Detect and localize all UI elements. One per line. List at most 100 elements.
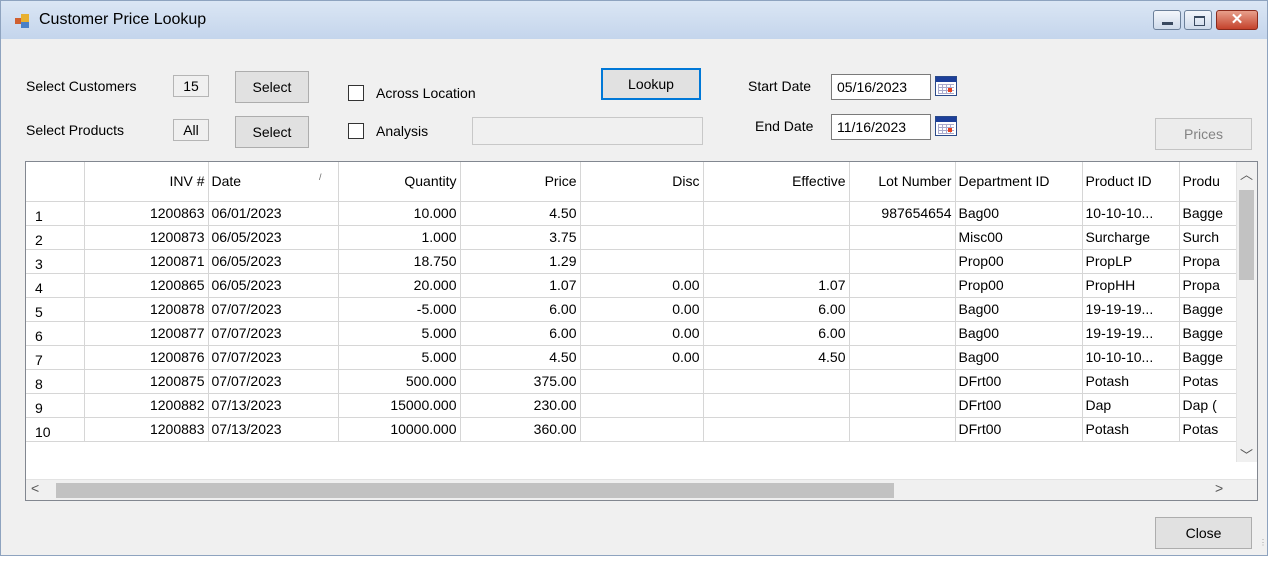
scroll-left-icon[interactable]: < (31, 480, 39, 496)
quantity-cell[interactable]: 5.000 (338, 345, 461, 370)
row-number[interactable]: 9 (26, 393, 85, 418)
disc-cell[interactable] (580, 249, 704, 274)
date-cell[interactable]: 06/05/2023 (208, 273, 339, 298)
department-id-cell[interactable]: Bag00 (955, 201, 1083, 226)
column-header-price[interactable]: Price (460, 162, 581, 202)
date-cell[interactable]: 07/13/2023 (208, 393, 339, 418)
department-id-cell[interactable]: Prop00 (955, 273, 1083, 298)
close-window-button[interactable]: ✕ (1216, 10, 1258, 30)
product-id-cell[interactable]: Surcharge (1082, 225, 1180, 250)
column-header-product-id[interactable]: Product ID (1082, 162, 1180, 202)
product-id-cell[interactable]: 10-10-10... (1082, 345, 1180, 370)
date-cell[interactable]: 07/07/2023 (208, 369, 339, 394)
product-id-cell[interactable]: PropLP (1082, 249, 1180, 274)
product-description-cell[interactable]: Bagge (1179, 201, 1240, 226)
inv-cell[interactable]: 1200883 (84, 417, 209, 442)
inv-cell[interactable]: 1200875 (84, 369, 209, 394)
inv-cell[interactable]: 1200873 (84, 225, 209, 250)
inv-cell[interactable]: 1200878 (84, 297, 209, 322)
department-id-cell[interactable]: Bag00 (955, 345, 1083, 370)
column-header-effective[interactable]: Effective (703, 162, 850, 202)
table-row[interactable]: 5 1200878 07/07/2023 -5.000 6.00 0.00 6.00 Bag0… (26, 297, 1240, 322)
date-cell[interactable]: 06/05/2023 (208, 249, 339, 274)
row-number[interactable]: 2 (26, 225, 85, 250)
effective-cell[interactable] (703, 225, 850, 250)
scroll-down-icon[interactable]: ﹀ (1240, 445, 1253, 464)
table-row[interactable]: 1 1200863 06/01/2023 10.000 4.50 987654654 Bag… (26, 201, 1240, 226)
price-cell[interactable]: 6.00 (460, 321, 581, 346)
price-cell[interactable]: 4.50 (460, 345, 581, 370)
product-id-cell[interactable]: 10-10-10... (1082, 201, 1180, 226)
department-id-cell[interactable]: DFrt00 (955, 393, 1083, 418)
row-number[interactable]: 4 (26, 273, 85, 298)
row-number[interactable]: 8 (26, 369, 85, 394)
row-number[interactable]: 3 (26, 249, 85, 274)
row-number[interactable]: 6 (26, 321, 85, 346)
date-cell[interactable]: 06/01/2023 (208, 201, 339, 226)
effective-cell[interactable] (703, 249, 850, 274)
disc-cell[interactable]: 0.00 (580, 321, 704, 346)
lot-number-cell[interactable] (849, 321, 956, 346)
disc-cell[interactable] (580, 393, 704, 418)
table-row[interactable]: 4 1200865 06/05/2023 20.000 1.07 0.00 1.07 Prop… (26, 273, 1240, 298)
table-row[interactable]: 6 1200877 07/07/2023 5.000 6.00 0.00 6.00 Bag00… (26, 321, 1240, 346)
lot-number-cell[interactable] (849, 249, 956, 274)
table-row[interactable]: 3 1200871 06/05/2023 18.750 1.29 Prop00 PropLP… (26, 249, 1240, 274)
maximize-button[interactable] (1184, 10, 1212, 30)
column-header-disc[interactable]: Disc (580, 162, 704, 202)
price-cell[interactable]: 4.50 (460, 201, 581, 226)
horizontal-scroll-thumb[interactable] (56, 483, 894, 498)
date-cell[interactable]: 07/07/2023 (208, 345, 339, 370)
disc-cell[interactable]: 0.00 (580, 345, 704, 370)
effective-cell[interactable] (703, 201, 850, 226)
department-id-cell[interactable]: Bag00 (955, 321, 1083, 346)
effective-cell[interactable] (703, 417, 850, 442)
department-id-cell[interactable]: Bag00 (955, 297, 1083, 322)
effective-cell[interactable]: 4.50 (703, 345, 850, 370)
product-id-cell[interactable]: 19-19-19... (1082, 297, 1180, 322)
effective-cell[interactable]: 6.00 (703, 297, 850, 322)
product-description-cell[interactable]: Bagge (1179, 297, 1240, 322)
row-number[interactable]: 5 (26, 297, 85, 322)
horizontal-scrollbar[interactable]: < > (26, 479, 1257, 500)
disc-cell[interactable] (580, 417, 704, 442)
column-header-quantity[interactable]: Quantity (338, 162, 461, 202)
inv-cell[interactable]: 1200882 (84, 393, 209, 418)
resize-grip-icon[interactable]: ⋮ (1259, 539, 1267, 551)
lot-number-cell[interactable] (849, 369, 956, 394)
price-cell[interactable]: 230.00 (460, 393, 581, 418)
product-id-cell[interactable]: Potash (1082, 417, 1180, 442)
scroll-right-icon[interactable]: > (1215, 480, 1223, 496)
price-lookup-grid[interactable]: INV # Date / Quantity Price Disc Effectiv… (25, 161, 1258, 501)
select-customers-button[interactable]: Select (235, 71, 309, 103)
date-cell[interactable]: 07/07/2023 (208, 321, 339, 346)
vertical-scrollbar[interactable]: ︿ ﹀ (1236, 162, 1257, 464)
product-description-cell[interactable]: Surch (1179, 225, 1240, 250)
quantity-cell[interactable]: 5.000 (338, 321, 461, 346)
price-cell[interactable]: 6.00 (460, 297, 581, 322)
quantity-cell[interactable]: 18.750 (338, 249, 461, 274)
product-description-cell[interactable]: Dap ( (1179, 393, 1240, 418)
inv-cell[interactable]: 1200865 (84, 273, 209, 298)
disc-cell[interactable]: 0.00 (580, 297, 704, 322)
disc-cell[interactable] (580, 369, 704, 394)
lot-number-cell[interactable] (849, 297, 956, 322)
column-header-department-id[interactable]: Department ID (955, 162, 1083, 202)
column-header-product-description[interactable]: Produ (1179, 162, 1240, 202)
inv-cell[interactable]: 1200871 (84, 249, 209, 274)
department-id-cell[interactable]: DFrt00 (955, 417, 1083, 442)
end-date-input[interactable]: 11/16/2023 (831, 114, 931, 140)
product-description-cell[interactable]: Propa (1179, 249, 1240, 274)
product-description-cell[interactable]: Propa (1179, 273, 1240, 298)
department-id-cell[interactable]: DFrt00 (955, 369, 1083, 394)
price-cell[interactable]: 1.29 (460, 249, 581, 274)
disc-cell[interactable] (580, 225, 704, 250)
row-number[interactable]: 10 (26, 417, 85, 442)
lot-number-cell[interactable] (849, 393, 956, 418)
lot-number-cell[interactable] (849, 225, 956, 250)
inv-cell[interactable]: 1200863 (84, 201, 209, 226)
quantity-cell[interactable]: 500.000 (338, 369, 461, 394)
product-id-cell[interactable]: Potash (1082, 369, 1180, 394)
quantity-cell[interactable]: 10000.000 (338, 417, 461, 442)
inv-cell[interactable]: 1200877 (84, 321, 209, 346)
